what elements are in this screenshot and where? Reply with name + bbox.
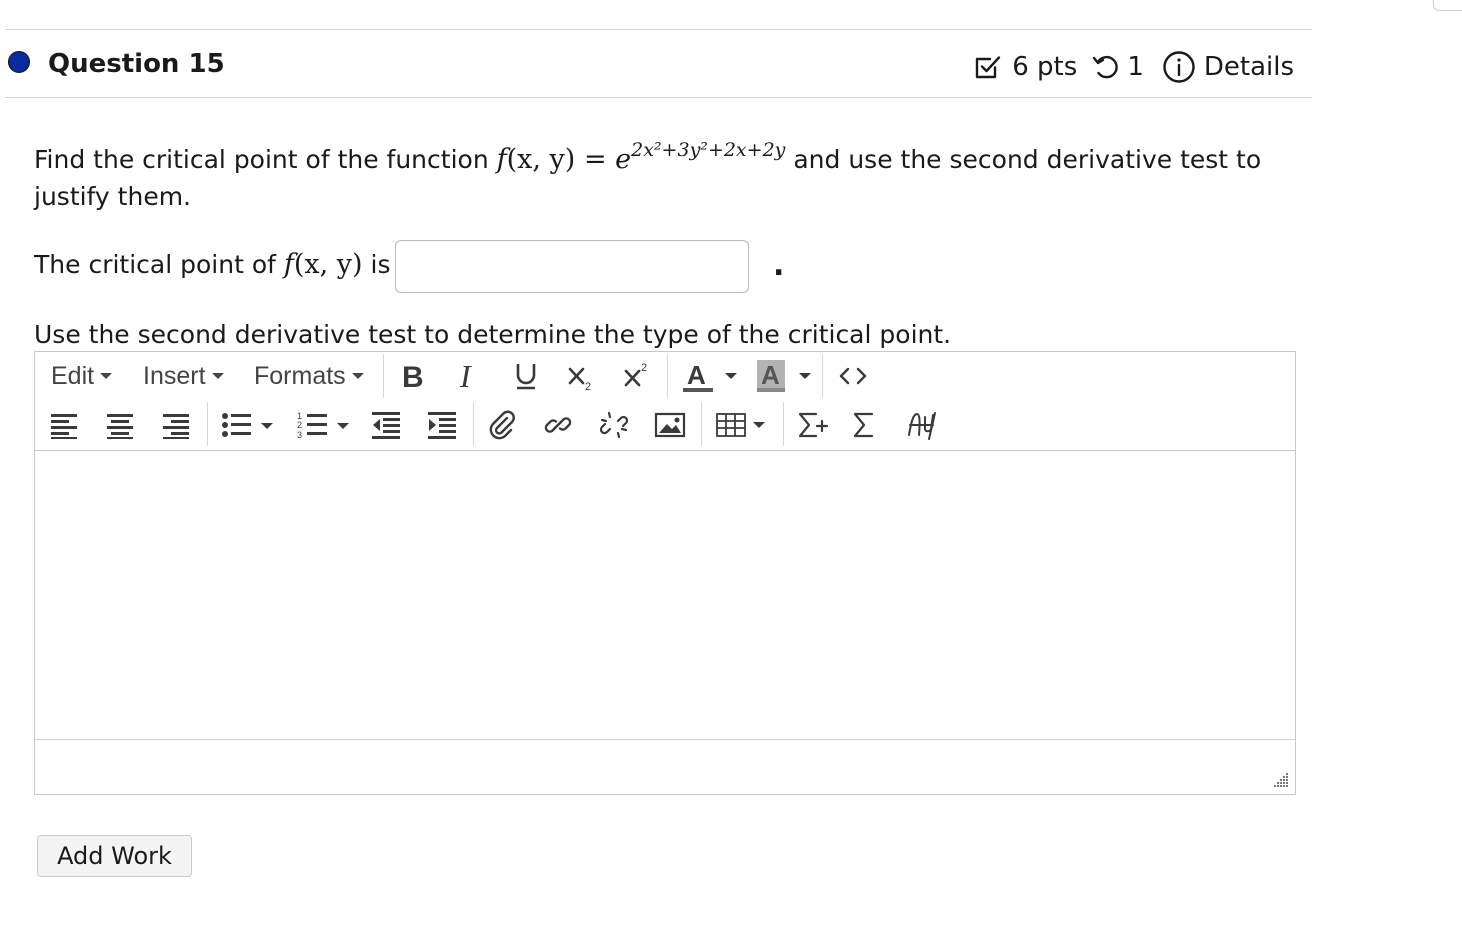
add-work-button[interactable]: Add Work <box>37 835 192 877</box>
details-link[interactable]: Details <box>1162 50 1294 84</box>
svg-text:2: 2 <box>585 381 591 391</box>
subscript-icon[interactable]: 2 <box>565 358 597 394</box>
question-meta: 6 pts 1 Details <box>974 49 1294 85</box>
align-center-icon[interactable] <box>103 408 137 442</box>
svg-text:A: A <box>687 360 706 390</box>
top-divider <box>5 29 1312 30</box>
critical-point-input[interactable] <box>395 240 749 293</box>
exponent: 2x²+3y²+2x+2y <box>631 139 786 161</box>
retry-icon <box>1091 53 1121 81</box>
attempts-value: 1 <box>1127 52 1144 82</box>
instruction-text: Use the second derivative test to determ… <box>34 320 952 349</box>
editor-toolbar: Edit Insert Formats B I 2 2 A A 1 2 3 <box>35 352 1295 451</box>
formats-menu[interactable]: Formats <box>254 360 364 392</box>
svg-text:I: I <box>459 361 472 391</box>
sigma-icon[interactable] <box>847 408 881 442</box>
edit-menu[interactable]: Edit <box>51 360 113 392</box>
checkbox-pencil-icon <box>974 53 1002 81</box>
svg-text:A: A <box>761 360 780 390</box>
question-title: Question 15 <box>48 49 225 79</box>
trailing-period: . <box>773 248 785 283</box>
svg-text:3: 3 <box>297 430 302 440</box>
insert-equation-icon[interactable] <box>795 408 831 442</box>
superscript-icon[interactable]: 2 <box>621 358 653 394</box>
outdent-icon[interactable] <box>369 408 403 442</box>
details-label: Details <box>1203 52 1294 82</box>
text-color-icon[interactable]: A <box>681 358 741 394</box>
table-icon[interactable] <box>715 408 771 442</box>
attachment-icon[interactable] <box>485 408 519 442</box>
toolbar-row-2: 1 2 3 <box>35 400 1295 448</box>
indent-icon[interactable] <box>425 408 459 442</box>
question-status-dot <box>8 51 30 73</box>
editor-statusbar <box>35 739 1295 794</box>
prompt-text: Find the critical point of the function <box>34 145 489 174</box>
question-prompt-line1: Find the critical point of the function … <box>34 139 1262 179</box>
source-code-icon[interactable] <box>835 358 871 394</box>
underline-icon[interactable] <box>511 358 541 394</box>
editor-content-area[interactable] <box>35 451 1295 741</box>
rich-text-editor: Edit Insert Formats B I 2 2 A A 1 2 3 <box>34 351 1296 795</box>
svg-text:B: B <box>402 361 424 391</box>
function-expression: f(x, y) = e2x²+3y²+2x+2y <box>496 139 786 175</box>
background-color-icon[interactable]: A <box>755 358 815 394</box>
numbered-list-icon[interactable]: 1 2 3 <box>295 408 355 442</box>
svg-text:2: 2 <box>641 362 647 374</box>
toolbar-row-1: Edit Insert Formats B I 2 2 A A <box>35 352 1295 400</box>
resize-handle-icon[interactable] <box>1271 770 1289 788</box>
bold-icon[interactable]: B <box>397 358 427 394</box>
link-icon[interactable] <box>541 408 575 442</box>
math-handwriting-icon[interactable] <box>903 408 943 442</box>
insert-menu[interactable]: Insert <box>143 360 224 392</box>
points-value: 6 pts <box>1012 52 1078 82</box>
align-left-icon[interactable] <box>47 408 81 442</box>
header-divider <box>5 97 1312 98</box>
svg-text:2: 2 <box>297 420 302 430</box>
image-icon[interactable] <box>653 408 687 442</box>
question-prompt-line2: justify them. <box>34 182 191 211</box>
unlink-icon[interactable] <box>597 408 631 442</box>
answer-label: The critical point of f(x, y) is <box>34 249 391 280</box>
italic-icon[interactable]: I <box>455 358 485 394</box>
info-icon <box>1162 50 1196 84</box>
bullet-list-icon[interactable] <box>219 408 279 442</box>
corner-tab <box>1433 0 1462 11</box>
prompt-text-continued: and use the second derivative test to <box>793 145 1262 174</box>
align-right-icon[interactable] <box>159 408 193 442</box>
